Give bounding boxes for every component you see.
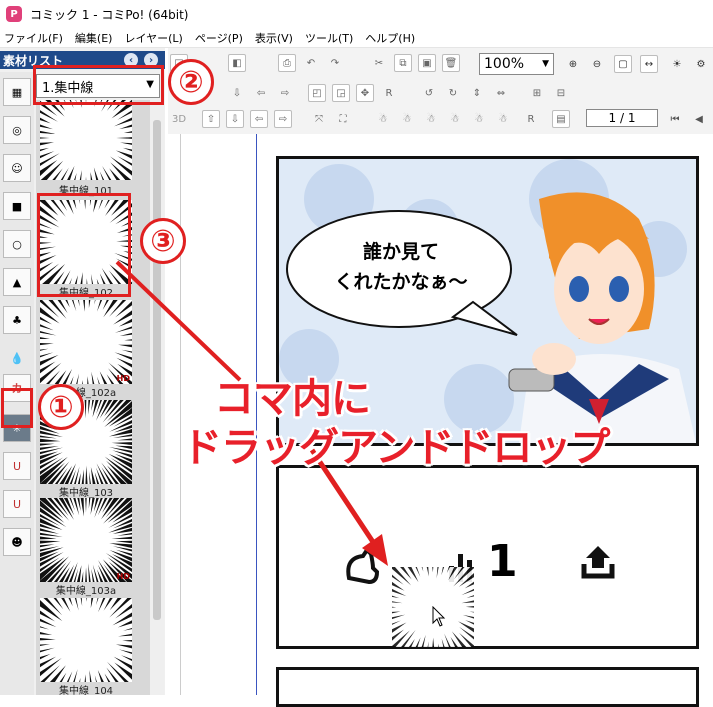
instruction-line-2: ドラッグアンドドロップ <box>182 415 609 473</box>
drag-arrow-overlay <box>0 0 713 695</box>
